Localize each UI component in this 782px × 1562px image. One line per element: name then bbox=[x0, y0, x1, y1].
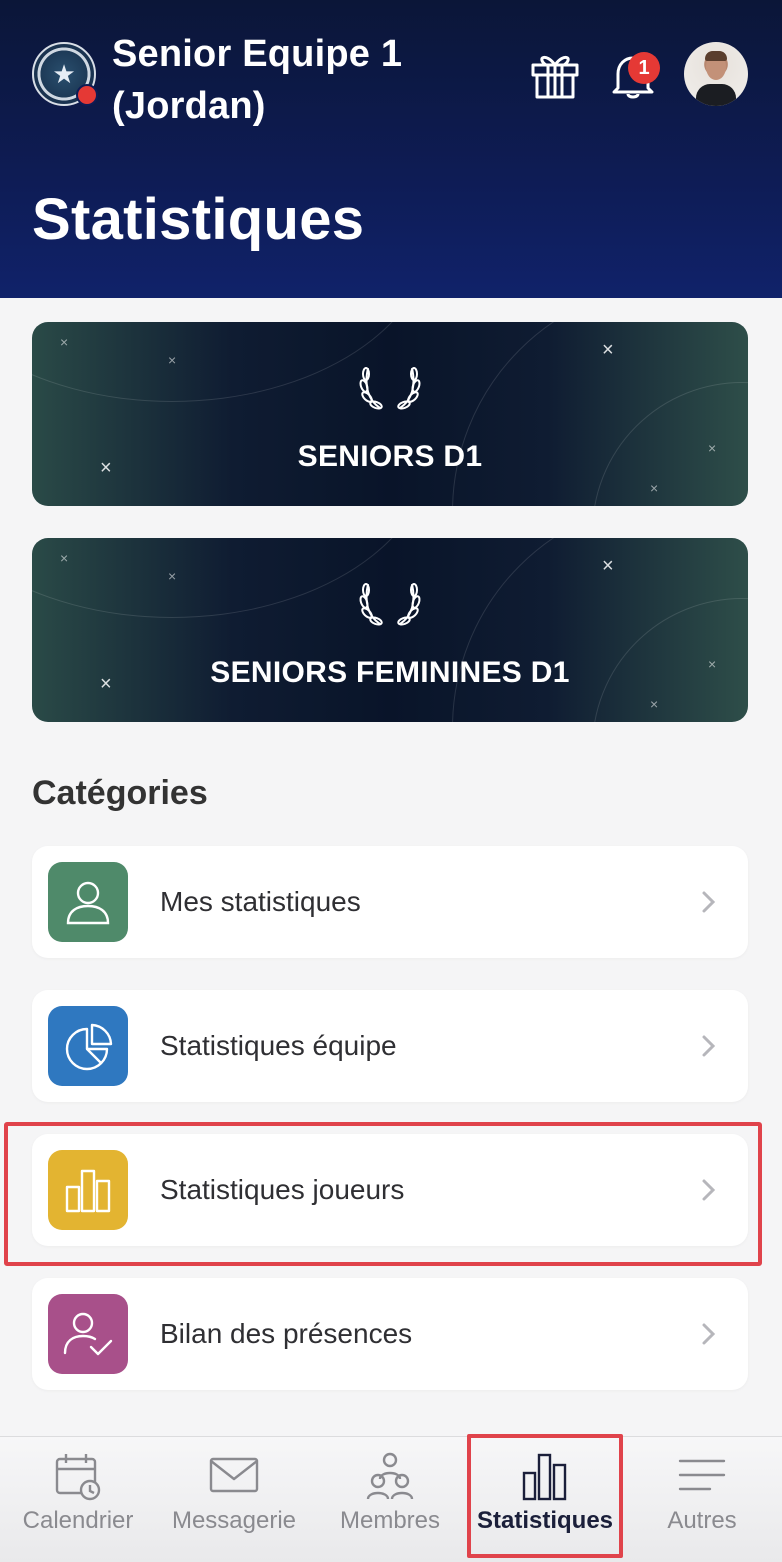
calendar-icon bbox=[55, 1454, 101, 1501]
header: ★ Senior Equipe 1 (Jordan) 1 Statistique… bbox=[0, 0, 782, 298]
gift-icon[interactable] bbox=[528, 48, 582, 102]
chevron-right-icon bbox=[702, 1323, 716, 1345]
highlight-box bbox=[467, 1434, 623, 1558]
section-title: Catégories bbox=[32, 774, 208, 812]
pie-chart-icon bbox=[48, 1006, 128, 1086]
competition-label: SENIORS D1 bbox=[297, 440, 483, 473]
category-label: Statistiques équipe bbox=[160, 1030, 397, 1061]
category-attendance[interactable]: Bilan des présences bbox=[32, 1278, 748, 1390]
nav-calendar[interactable]: Calendrier bbox=[0, 1437, 156, 1562]
menu-icon bbox=[678, 1459, 726, 1491]
category-label: Mes statistiques bbox=[160, 886, 361, 917]
nav-members[interactable]: Membres bbox=[312, 1437, 468, 1562]
mail-icon bbox=[209, 1457, 259, 1493]
competition-label: SENIORS FEMININES D1 bbox=[210, 656, 570, 689]
bottom-nav: Calendrier Messagerie Membres Statistiqu… bbox=[0, 1436, 782, 1562]
chevron-right-icon bbox=[702, 1035, 716, 1057]
category-label: Bilan des présences bbox=[160, 1318, 413, 1349]
highlight-box bbox=[4, 1122, 762, 1266]
laurel-icon bbox=[359, 583, 421, 626]
competition-card[interactable]: × × × × × × SENIORS FEMININES D1 bbox=[32, 538, 748, 722]
category-my-stats[interactable]: Mes statistiques bbox=[32, 846, 748, 958]
members-icon bbox=[366, 1452, 414, 1500]
person-icon bbox=[48, 862, 128, 942]
person-check-icon bbox=[48, 1294, 128, 1374]
category-team-stats[interactable]: Statistiques équipe bbox=[32, 990, 748, 1102]
nav-others[interactable]: Autres bbox=[624, 1437, 780, 1562]
chevron-right-icon bbox=[702, 891, 716, 913]
team-name[interactable]: Senior Equipe 1 (Jordan) bbox=[112, 28, 472, 132]
laurel-icon bbox=[359, 367, 421, 410]
page-title: Statistiques bbox=[32, 187, 365, 252]
nav-label: Calendrier bbox=[22, 1507, 134, 1534]
nav-label: Messagerie bbox=[171, 1507, 297, 1534]
competition-card[interactable]: × × × × × × SENIORS D1 bbox=[32, 322, 748, 506]
nav-label: Autres bbox=[667, 1507, 737, 1534]
club-logo[interactable]: ★ bbox=[32, 42, 98, 106]
avatar[interactable] bbox=[684, 42, 748, 106]
status-dot bbox=[76, 84, 98, 106]
notification-badge: 1 bbox=[628, 52, 660, 84]
nav-messages[interactable]: Messagerie bbox=[156, 1437, 312, 1562]
nav-label: Membres bbox=[339, 1507, 441, 1534]
